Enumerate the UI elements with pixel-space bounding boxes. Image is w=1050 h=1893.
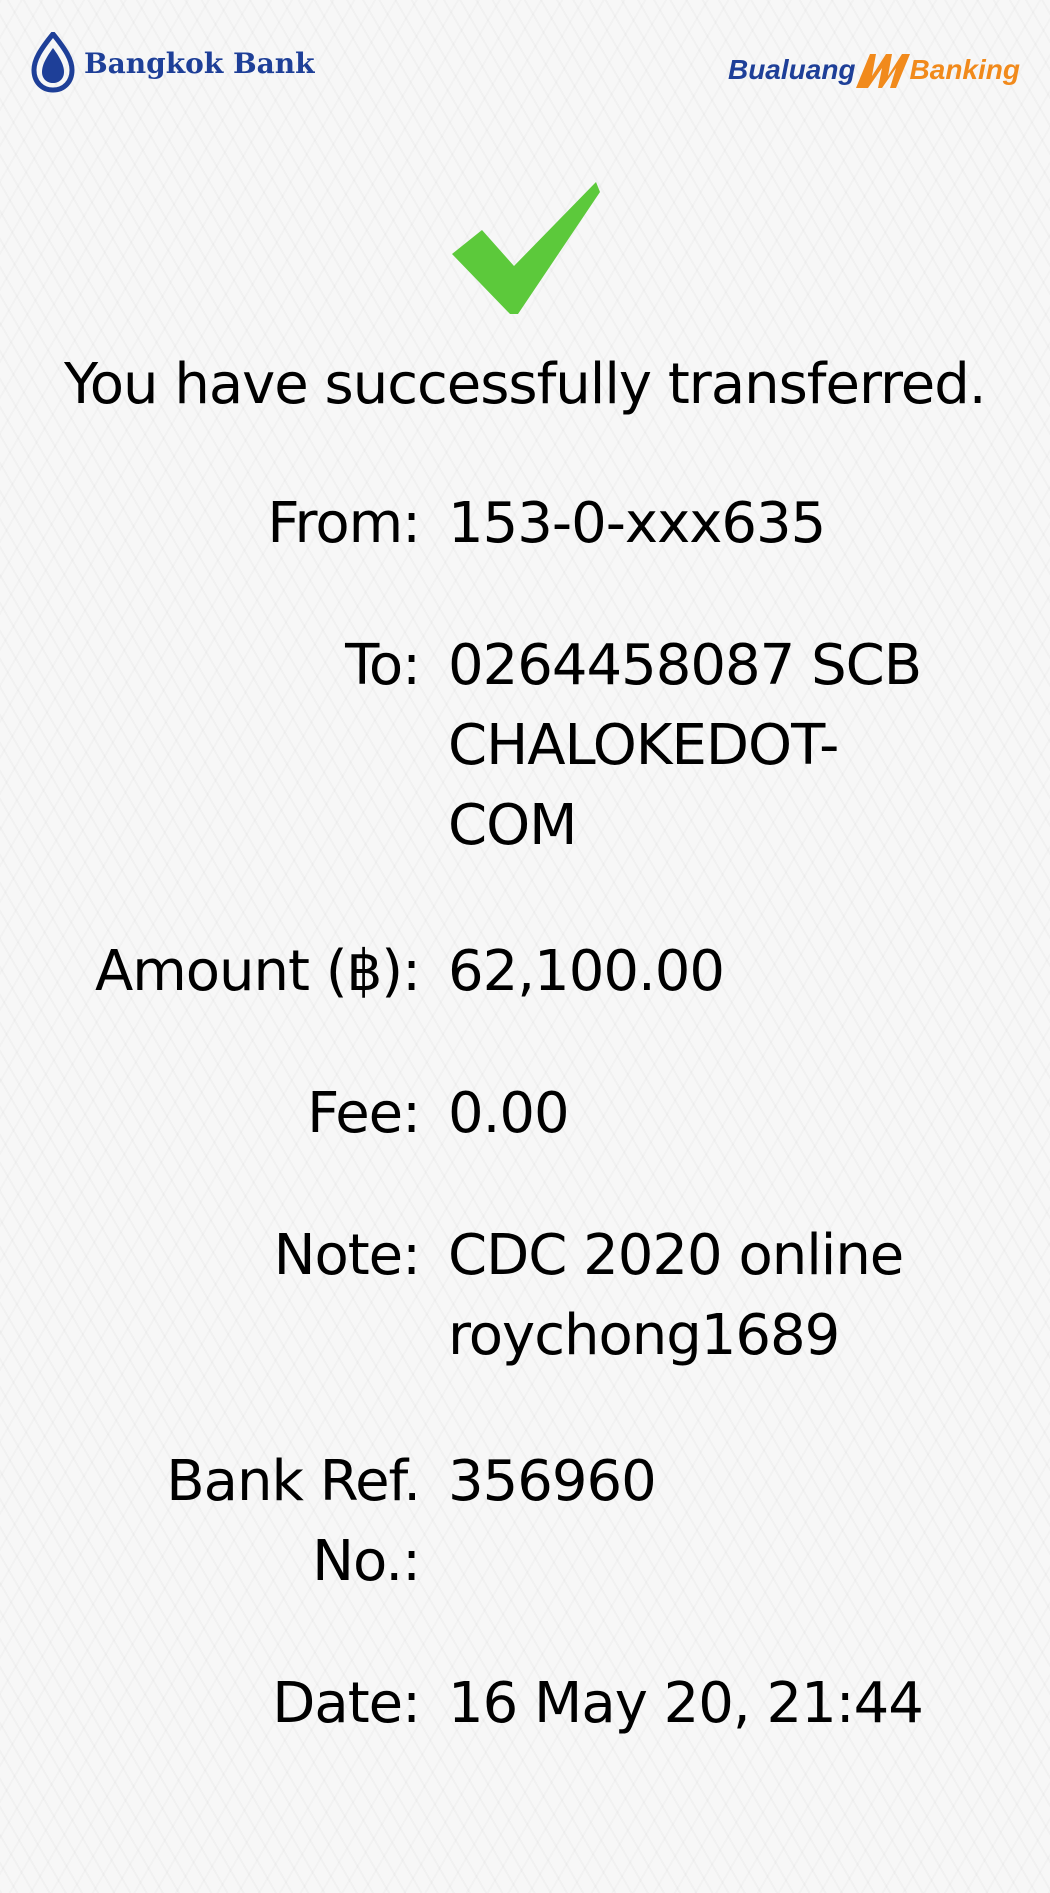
logo-banking-text: Banking: [909, 54, 1020, 85]
date-value: 16 May 20, 21:44: [448, 1671, 924, 1736]
to-label: To:: [345, 633, 421, 698]
from-value: 153-0-xxx635: [448, 491, 826, 556]
bank-ref-value: 356960: [448, 1449, 657, 1514]
note-value: CDC 2020 online roychong1689: [448, 1216, 1018, 1376]
amount-value: 62,100.00: [448, 939, 725, 1004]
to-value: 0264458087 SCB CHALOKEDOT- COM: [448, 626, 1018, 866]
m-mark-icon: [855, 54, 910, 88]
note-label: Note:: [273, 1223, 421, 1288]
bank-ref-label-line: Bank Ref.: [166, 1449, 421, 1514]
note-value-line: CDC 2020 online: [448, 1223, 904, 1288]
header: Bangkok Bank Bualuang Banking: [30, 28, 1020, 100]
amount-label: Amount (฿):: [94, 939, 421, 1004]
bank-ref-label-line: No.:: [312, 1529, 421, 1594]
from-label: From:: [267, 491, 421, 556]
bank-ref-label: Bank Ref. No.:: [0, 1442, 421, 1602]
logo-bualuang-text: Bualuang: [727, 54, 856, 85]
to-value-line: CHALOKEDOT-: [448, 713, 839, 778]
bangkok-bank-name: Bangkok Bank: [84, 46, 315, 80]
note-value-line: roychong1689: [448, 1303, 840, 1368]
bualuang-mbanking-logo: Bualuang Banking: [728, 50, 1020, 90]
success-message: You have successfully transferred.: [64, 352, 987, 417]
bangkok-bank-logo: Bangkok Bank: [30, 32, 315, 94]
to-value-line: 0264458087 SCB: [448, 633, 922, 698]
fee-value: 0.00: [448, 1081, 570, 1146]
to-value-line: COM: [448, 793, 578, 858]
fee-label: Fee:: [307, 1081, 421, 1146]
checkmark-icon: [452, 182, 600, 314]
date-label: Date:: [272, 1671, 421, 1736]
lotus-icon: [31, 32, 75, 93]
